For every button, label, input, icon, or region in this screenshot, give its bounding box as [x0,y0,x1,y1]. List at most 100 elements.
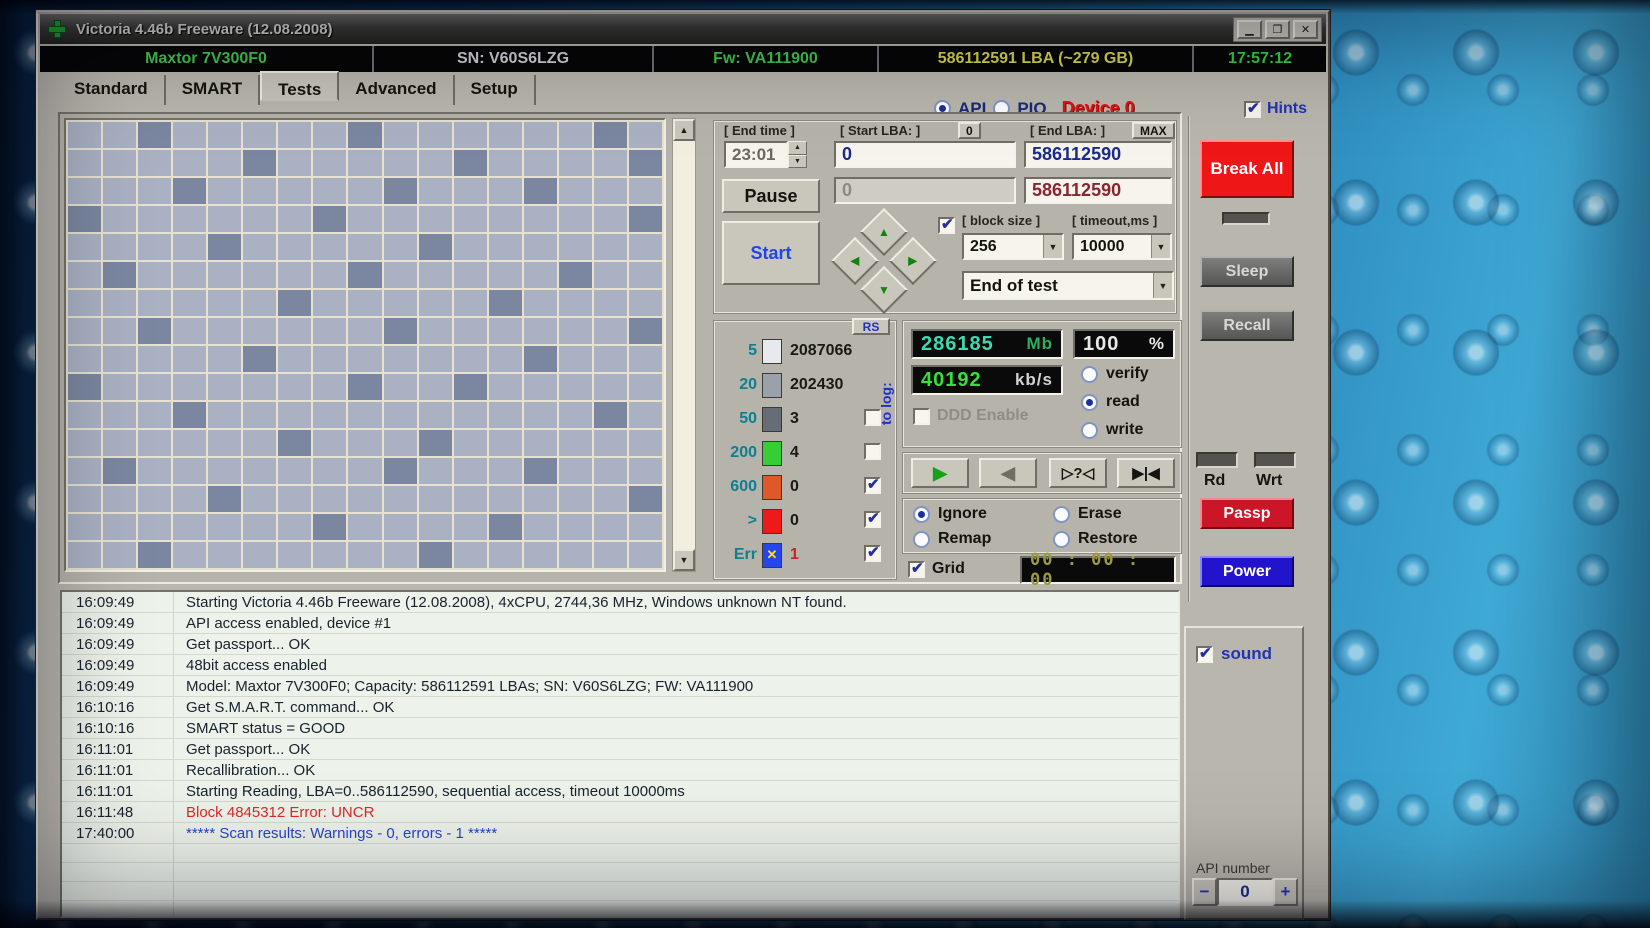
erase-radio[interactable] [1053,505,1070,523]
remap-radio[interactable] [913,530,930,548]
scan-cell [453,122,487,148]
scan-cell [383,150,417,176]
log-50-checkbox[interactable] [864,409,881,426]
scan-cell [383,206,417,232]
scan-cell [138,206,172,232]
counter-value: 3 [790,410,799,427]
power-button[interactable]: Power [1200,556,1294,587]
scan-cell [523,486,557,512]
scan-cell [68,290,102,316]
dropdown-arrow-icon[interactable]: ▼ [1043,235,1062,258]
scan-random-button[interactable]: ▷?◁ [1049,458,1107,488]
start-lba-zero-button[interactable]: 0 [958,122,981,139]
end-time-down-button[interactable]: ▼ [788,154,807,168]
close-button[interactable]: ✕ [1293,19,1318,39]
drive-info-bar: Maxtor 7V300F0 SN: V60S6LZG Fw: VA111900… [40,46,1326,72]
sound-checkbox[interactable] [1196,644,1213,663]
scan-cell [628,458,662,484]
scan-cell [243,290,277,316]
log-600-checkbox[interactable] [864,475,881,494]
scroll-down-button[interactable]: ▼ [673,549,695,571]
log-gt-checkbox[interactable] [864,509,881,528]
timeout-select[interactable]: 10000 ▼ [1072,233,1172,260]
grid-checkbox[interactable] [908,559,925,578]
pad-checkbox[interactable] [938,215,955,234]
scan-cell [278,206,312,232]
sound-label: sound [1221,644,1272,663]
reset-stats-button[interactable]: RS [852,318,890,335]
scan-cell [68,178,102,204]
end-lba-input[interactable]: 586112590 [1024,141,1172,168]
end-time-up-button[interactable]: ▲ [788,141,807,155]
up-arrow-icon: ▲ [878,224,890,239]
break-all-button[interactable]: Break All [1200,140,1294,198]
scan-cell [313,486,347,512]
scan-cell [68,458,102,484]
scan-cell [523,514,557,540]
restore-radio[interactable] [1053,530,1070,548]
title-bar[interactable]: Victoria 4.46b Freeware (12.08.2008) ▁ ❐… [40,14,1326,44]
passport-button[interactable]: Passp [1200,498,1294,529]
restore-option: Restore [1053,530,1138,548]
api-number-plus-button[interactable]: + [1273,878,1298,906]
scan-cell [348,486,382,512]
tab-advanced[interactable]: Advanced [339,75,455,105]
tests-panel: ▲ ▼ [ End time ] 23:01 ▲ ▼ Pause [ Start… [58,112,1182,590]
scan-cell [453,262,487,288]
scan-cell [383,290,417,316]
api-number-minus-button[interactable]: − [1192,878,1217,906]
block-size-select[interactable]: 256 ▼ [962,233,1064,260]
scan-cell [628,430,662,456]
scan-forward-button[interactable]: ▶ [911,458,969,488]
scan-cell [243,514,277,540]
dropdown-arrow-icon[interactable]: ▼ [1153,273,1172,298]
scan-backward-button[interactable]: ◀ [979,458,1037,488]
recall-button[interactable]: Recall [1200,310,1294,341]
end-lba-max-button[interactable]: MAX [1132,122,1175,139]
pause-button[interactable]: Pause [722,179,820,213]
scan-cell [173,290,207,316]
tab-standard[interactable]: Standard [58,75,166,105]
scan-cell [558,430,592,456]
scan-cell [243,150,277,176]
scan-butterfly-button[interactable]: ▶|◀ [1117,458,1175,488]
scan-cell [418,486,452,512]
end-action-select[interactable]: End of test ▼ [962,271,1174,300]
scan-cell [208,458,242,484]
ignore-radio[interactable] [913,505,930,523]
write-radio[interactable] [1081,421,1098,439]
scan-cell [558,178,592,204]
scroll-up-button[interactable]: ▲ [673,119,695,141]
scan-cell [243,402,277,428]
window-controls: ▁ ❐ ✕ [1233,16,1322,42]
log-200-checkbox[interactable] [864,443,881,460]
tab-tests[interactable]: Tests [260,71,340,101]
log-time: 16:09:49 [62,655,174,675]
counter-value: 0 [790,478,799,495]
scan-cell [558,514,592,540]
sleep-button[interactable]: Sleep [1200,256,1294,287]
read-radio[interactable] [1081,393,1098,411]
api-number-value[interactable]: 0 [1217,878,1273,906]
start-button[interactable]: Start [722,221,820,285]
verify-radio[interactable] [1081,365,1098,383]
log-panel[interactable]: 16:09:49 Starting Victoria 4.46b Freeware… [60,590,1180,918]
end-time-input[interactable]: 23:01 [724,141,788,168]
ddd-enable-checkbox[interactable] [913,407,930,425]
tab-smart[interactable]: SMART [166,75,261,105]
minimize-button[interactable]: ▁ [1237,19,1262,39]
scan-cell [383,402,417,428]
scan-cell [103,290,137,316]
log-err-checkbox[interactable] [864,543,881,562]
tab-setup[interactable]: Setup [455,75,536,105]
maximize-button[interactable]: ❐ [1265,19,1290,39]
start-lba-input[interactable]: 0 [834,141,1016,168]
busy-indicator [1222,212,1270,225]
scan-cell [278,374,312,400]
block-size-value: 256 [970,237,997,255]
hints-checkbox[interactable] [1244,99,1261,118]
dropdown-arrow-icon[interactable]: ▼ [1151,235,1170,258]
scan-scrollbar[interactable]: ▲ ▼ [672,118,696,572]
scan-cell [453,514,487,540]
erase-label: Erase [1078,505,1122,522]
